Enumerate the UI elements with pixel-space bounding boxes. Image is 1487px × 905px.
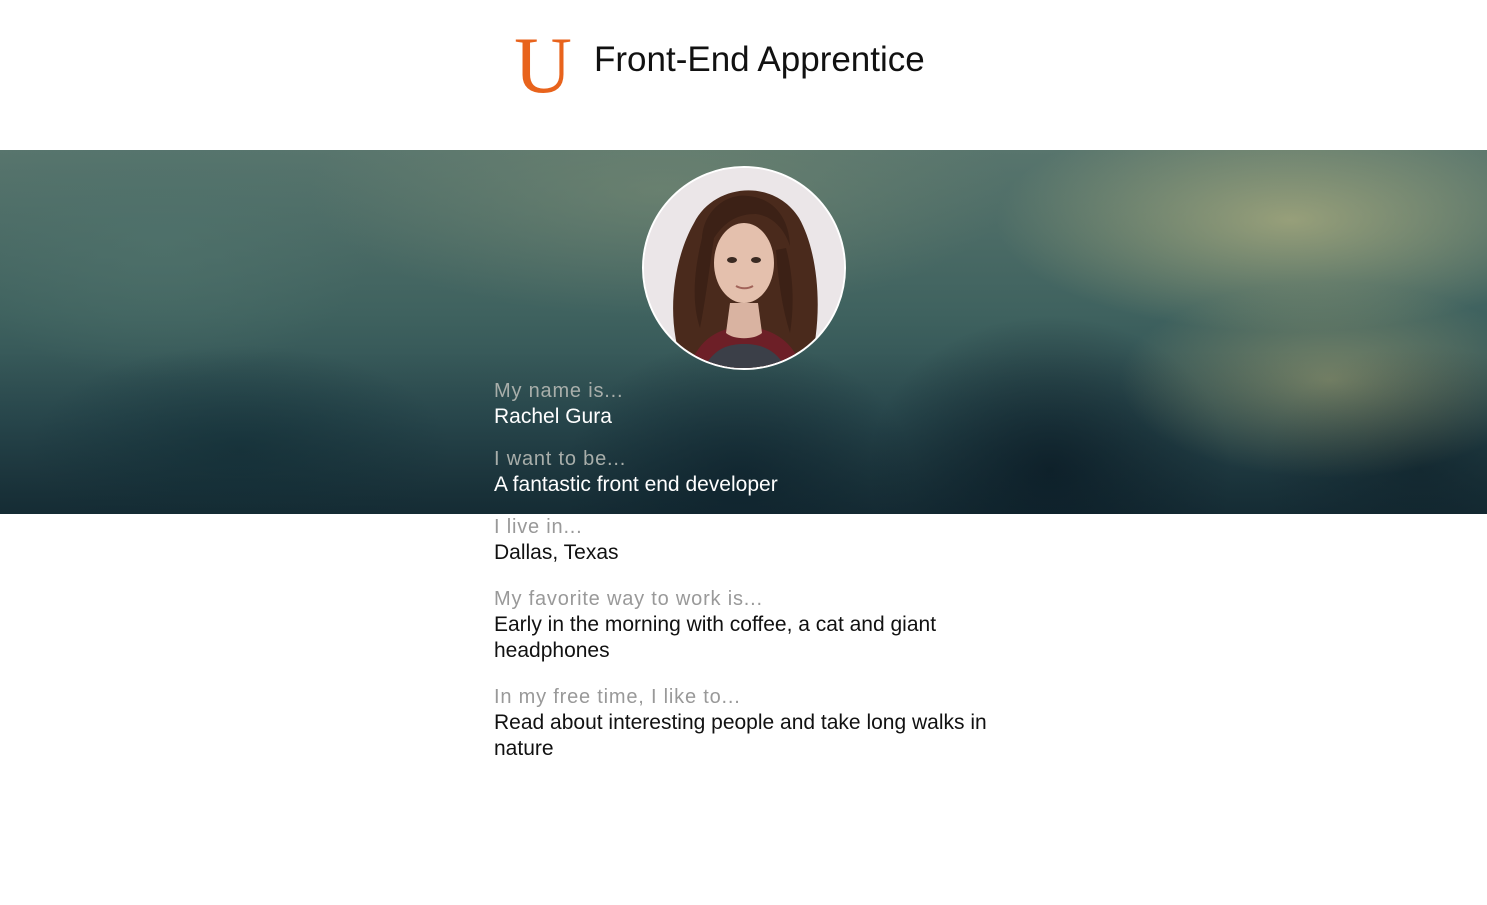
field-label: My name is... <box>494 380 624 402</box>
field-label: My favorite way to work is... <box>494 588 763 610</box>
profile-page: U Front-End Apprentice My name is... Rac… <box>0 0 1487 905</box>
site-title: Front-End Apprentice <box>594 40 925 79</box>
field-label: I live in... <box>494 516 583 538</box>
profile-details: My name is... Rachel Gura I want to be..… <box>494 378 1014 782</box>
site-header: U Front-End Apprentice <box>0 0 1487 150</box>
field-value: Early in the morning with coffee, a cat … <box>494 613 937 662</box>
profile-avatar <box>642 166 846 370</box>
udacity-logo: U <box>513 22 573 110</box>
field-value: Dallas, Texas <box>494 541 619 564</box>
field-location: I live in... Dallas, Texas <box>494 514 1014 566</box>
field-value: A fantastic front end developer <box>494 473 778 496</box>
logo-letter: U <box>514 30 572 98</box>
field-label: In my free time, I like to... <box>494 686 741 708</box>
field-goal: I want to be... A fantastic front end de… <box>494 446 1014 498</box>
field-work-style: My favorite way to work is... Early in t… <box>494 586 1014 664</box>
field-free-time: In my free time, I like to... Read about… <box>494 684 1014 762</box>
field-label: I want to be... <box>494 448 627 470</box>
field-value: Read about interesting people and take l… <box>494 711 987 760</box>
field-value: Rachel Gura <box>494 405 612 428</box>
field-name: My name is... Rachel Gura <box>494 378 1014 430</box>
